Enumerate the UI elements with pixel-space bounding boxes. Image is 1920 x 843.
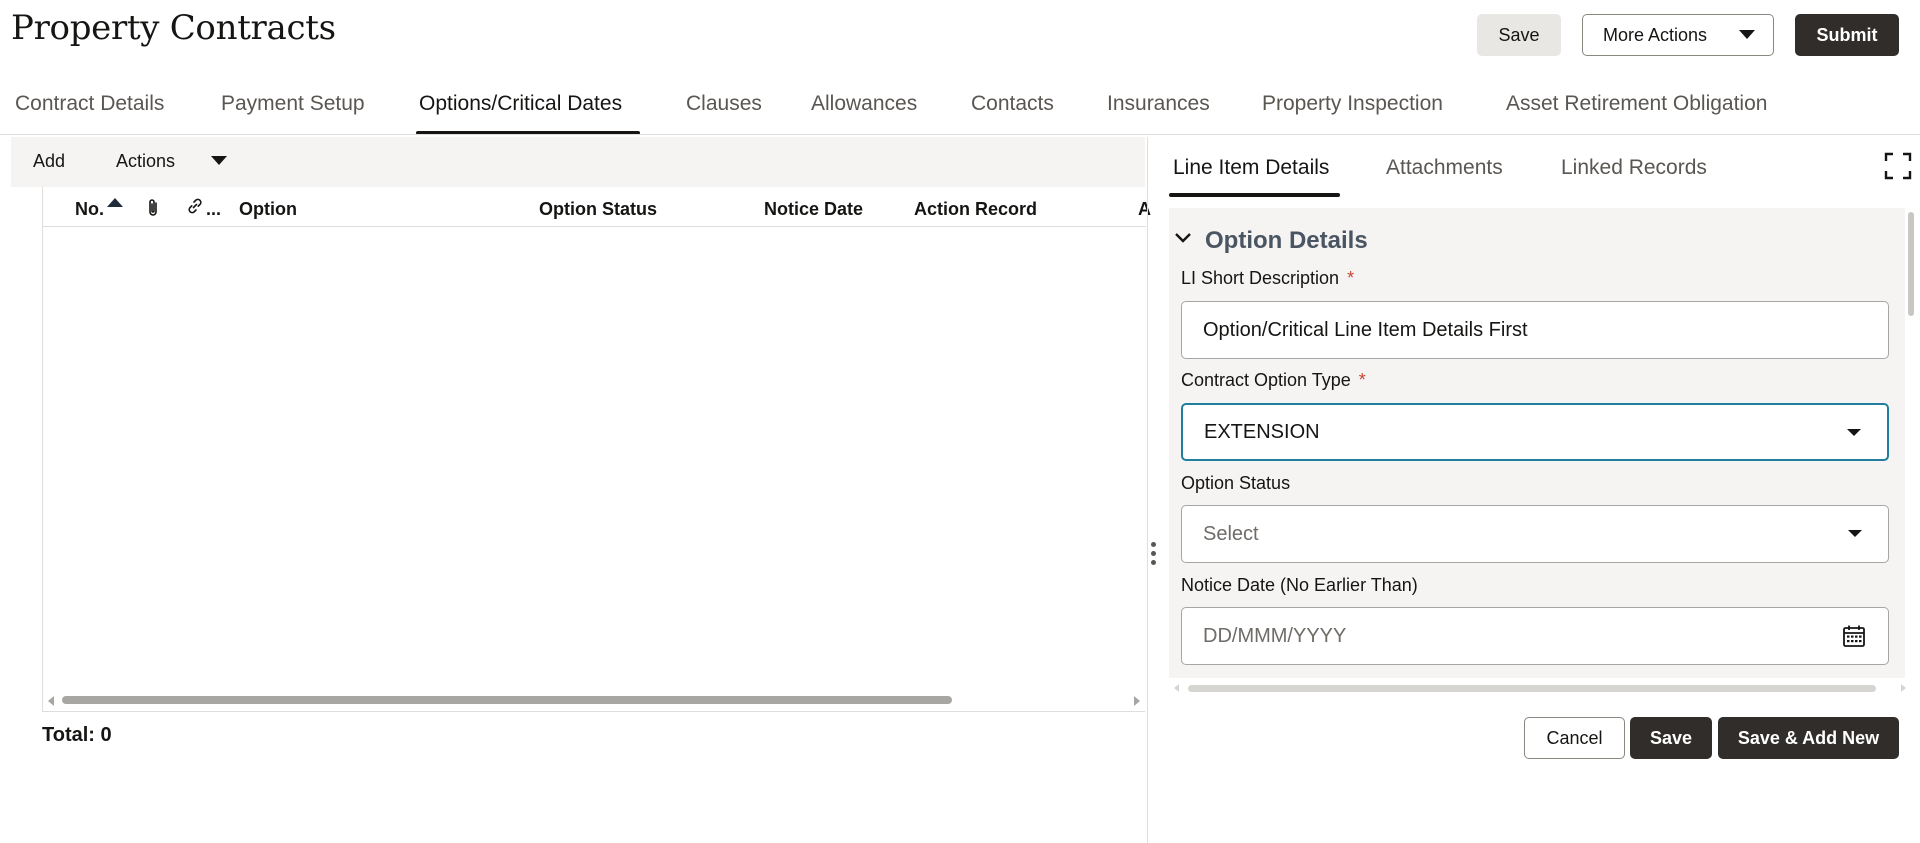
submit-button[interactable]: Submit [1795, 14, 1899, 56]
active-detail-tab-indicator [1169, 193, 1340, 197]
save-line-item-button[interactable]: Save [1630, 717, 1712, 759]
col-header-notice-date[interactable]: Notice Date [764, 199, 863, 220]
tabbar-divider [0, 134, 1920, 135]
scroll-right-icon[interactable] [1901, 684, 1906, 692]
link-icon[interactable] [186, 197, 204, 220]
col-header-option-status[interactable]: Option Status [539, 199, 657, 220]
tab-contract-details[interactable]: Contract Details [15, 92, 164, 116]
scrollbar-thumb[interactable] [1908, 212, 1914, 316]
col-header-truncated[interactable]: A [1138, 199, 1151, 220]
fullscreen-icon[interactable] [1884, 152, 1912, 180]
caret-down-icon[interactable] [1848, 530, 1862, 537]
col-header-no[interactable]: No. [75, 199, 104, 220]
option-status-value: Select [1203, 522, 1259, 545]
grid-toolbar: Add Actions [11, 137, 1145, 187]
options-grid: No. ... Option Option Status Notice Date… [42, 187, 1151, 712]
required-marker: * [1358, 370, 1366, 390]
required-marker: * [1347, 268, 1355, 288]
notice-date-input[interactable]: DD/MMM/YYYY [1181, 607, 1889, 665]
label-notice-date: Notice Date (No Earlier Than) [1181, 575, 1418, 595]
tab-allowances[interactable]: Allowances [811, 92, 917, 116]
tab-options-critical-dates[interactable]: Options/Critical Dates [419, 92, 622, 116]
scrollbar-thumb[interactable] [62, 696, 952, 704]
sort-ascending-icon[interactable] [107, 198, 123, 207]
more-actions-label: More Actions [1603, 24, 1708, 45]
grid-header: No. ... Option Option Status Notice Date… [43, 187, 1151, 227]
label-option-status: Option Status [1181, 473, 1291, 493]
col-header-option[interactable]: Option [239, 199, 297, 220]
li-short-description-value: Option/Critical Line Item Details First [1203, 318, 1528, 341]
form-vertical-scrollbar[interactable] [1907, 208, 1915, 678]
caret-down-icon [1739, 30, 1755, 39]
li-short-description-input[interactable]: Option/Critical Line Item Details First [1181, 301, 1889, 359]
tab-linked-records[interactable]: Linked Records [1561, 156, 1707, 180]
grid-total: Total: 0 [42, 724, 112, 746]
tab-property-inspection[interactable]: Property Inspection [1262, 92, 1443, 116]
caret-down-icon[interactable] [1847, 429, 1861, 436]
label-li-short-description: LI Short Description * [1181, 268, 1354, 289]
grid-horizontal-scrollbar[interactable] [43, 689, 1146, 709]
label-text: Contract Option Type [1181, 370, 1351, 390]
tab-insurances[interactable]: Insurances [1107, 92, 1210, 116]
col-header-link-ellipsis: ... [206, 199, 222, 219]
tab-asset-retirement-obligation[interactable]: Asset Retirement Obligation [1506, 92, 1767, 116]
save-and-add-new-button[interactable]: Save & Add New [1718, 717, 1899, 759]
cancel-button[interactable]: Cancel [1524, 717, 1625, 759]
tab-line-item-details[interactable]: Line Item Details [1173, 156, 1329, 180]
save-button[interactable]: Save [1477, 14, 1561, 56]
section-title-option-details[interactable]: Option Details [1205, 227, 1368, 255]
scroll-left-icon[interactable] [1174, 684, 1179, 692]
contract-option-type-select[interactable]: EXTENSION [1181, 403, 1889, 461]
scroll-left-icon[interactable] [48, 696, 54, 706]
chevron-down-icon[interactable] [1172, 227, 1194, 249]
actions-menu-button[interactable]: Actions [116, 151, 175, 172]
col-header-action-record[interactable]: Action Record [914, 199, 1037, 220]
notice-date-placeholder: DD/MMM/YYYY [1203, 624, 1347, 647]
scrollbar-thumb[interactable] [1188, 685, 1876, 692]
panel-divider [1147, 137, 1148, 843]
calendar-icon[interactable] [1842, 624, 1866, 648]
contract-option-type-value: EXTENSION [1204, 420, 1320, 443]
tab-clauses[interactable]: Clauses [686, 92, 762, 116]
attachment-icon[interactable] [146, 198, 160, 223]
label-text: LI Short Description [1181, 268, 1340, 288]
tab-attachments[interactable]: Attachments [1386, 156, 1503, 180]
scroll-right-icon[interactable] [1134, 696, 1140, 706]
more-actions-button[interactable]: More Actions [1582, 14, 1774, 56]
option-status-select[interactable]: Select [1181, 505, 1889, 563]
label-contract-option-type: Contract Option Type * [1181, 370, 1366, 391]
add-button[interactable]: Add [33, 151, 65, 172]
panel-resize-handle[interactable] [1151, 542, 1157, 572]
actions-caret-down-icon[interactable] [211, 156, 227, 165]
tab-contacts[interactable]: Contacts [971, 92, 1054, 116]
page-title: Property Contracts [11, 8, 336, 48]
form-horizontal-scrollbar[interactable] [1172, 682, 1908, 694]
tab-payment-setup[interactable]: Payment Setup [221, 92, 365, 116]
